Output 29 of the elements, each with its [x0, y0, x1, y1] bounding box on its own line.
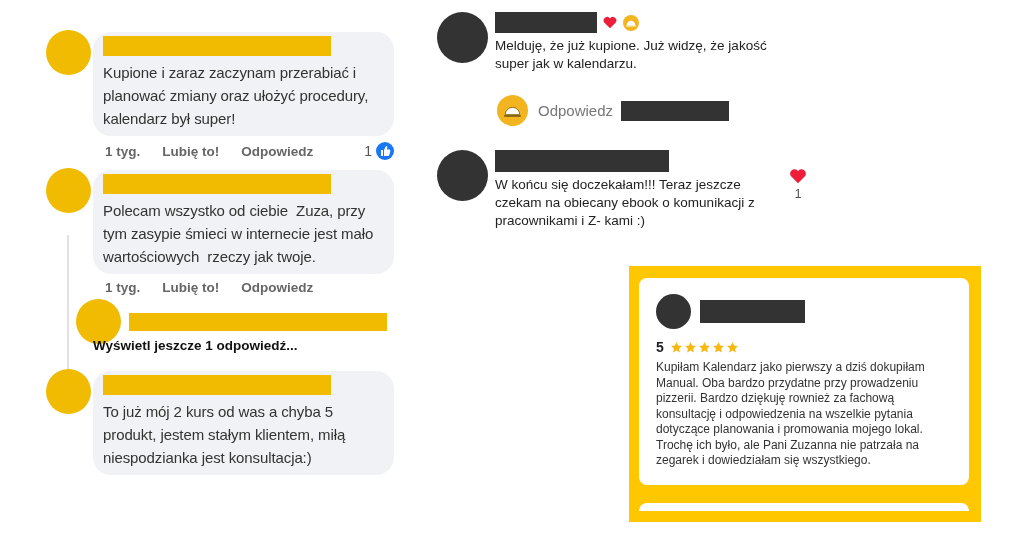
- comment-text: To już mój 2 kurs od was a chyba 5 produkt, jestem stałym klientem, miłą niespodzianka jest konsultacja:): [103, 402, 347, 468]
- like-link[interactable]: Lubię to!: [162, 280, 220, 295]
- comment-text: Melduję, że już kupione. Już widzę, że jakość super jak w kalendarzu.: [495, 37, 768, 73]
- reaction-count: 1: [364, 143, 372, 159]
- cloche-logo-icon: [497, 95, 528, 126]
- heart-icon[interactable]: [789, 168, 807, 184]
- comment-text: Polecam wszystko od ciebie Zuza, przy tym zasypie śmieci w internecie jest mało wartościowych rzeczy jak twoje.: [103, 201, 375, 267]
- star-icon: [725, 340, 739, 354]
- avatar: [656, 294, 691, 329]
- star-icon: [697, 340, 711, 354]
- like-count: 1: [794, 186, 802, 201]
- timestamp: 1 tyg.: [105, 280, 141, 295]
- more-replies-link[interactable]: Wyświetl jeszcze 1 odpowiedź...: [93, 338, 394, 353]
- cloche-logo-icon: [623, 14, 639, 31]
- reply-link[interactable]: Odpowiedz: [241, 143, 314, 159]
- thumbs-up-icon: [376, 142, 394, 160]
- rating-value: 5: [656, 339, 664, 355]
- star-icon: [711, 340, 725, 354]
- reply-link[interactable]: Odpowiedz: [241, 280, 314, 295]
- review-text: Kupiłam Kalendarz jako pierwszy a dziś dokupiłam Manual. Oba bardzo przydatne przy prowadzeniu pizzerii. Bardzo dziękuję rownież za fachową konsultację i odpowiedzenia na wszelkie pytania dotyczące planowania i promowania mojego lokal. Trochę ich było, ale Pani Zuzanna nie patrzała na zegarek i dowiedziałam się wszystkiego.: [656, 360, 926, 469]
- reply-field-placeholder[interactable]: Odpowiedz: [538, 102, 614, 119]
- comment-text: Kupione i zaraz zaczynam przerabiać i planować zmiany oraz ułożyć procedury, kalendarz był super!: [103, 63, 370, 129]
- timestamp: 1 tyg.: [105, 143, 141, 159]
- star-icon: [669, 340, 683, 354]
- star-icon: [683, 340, 697, 354]
- like-link[interactable]: Lubię to!: [162, 143, 220, 159]
- avatar[interactable]: [437, 150, 488, 201]
- avatar[interactable]: [437, 12, 488, 63]
- comment-text: W końcu się doczekałam!!! Teraz jeszcze czekam na obiecany ebook o komunikacji z pracownikami i Z- kami :): [495, 176, 756, 230]
